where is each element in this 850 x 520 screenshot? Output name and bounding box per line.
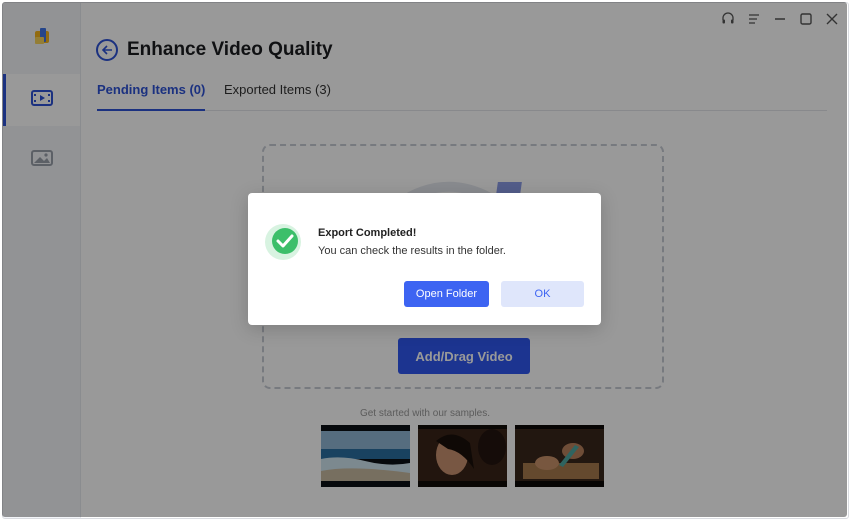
open-folder-button[interactable]: Open Folder	[404, 281, 489, 307]
success-check-icon	[264, 223, 302, 266]
ok-button[interactable]: OK	[501, 281, 584, 307]
dialog-message: You can check the results in the folder.	[318, 245, 506, 257]
export-completed-dialog: Export Completed! You can check the resu…	[248, 193, 601, 325]
dialog-title: Export Completed!	[318, 227, 417, 239]
